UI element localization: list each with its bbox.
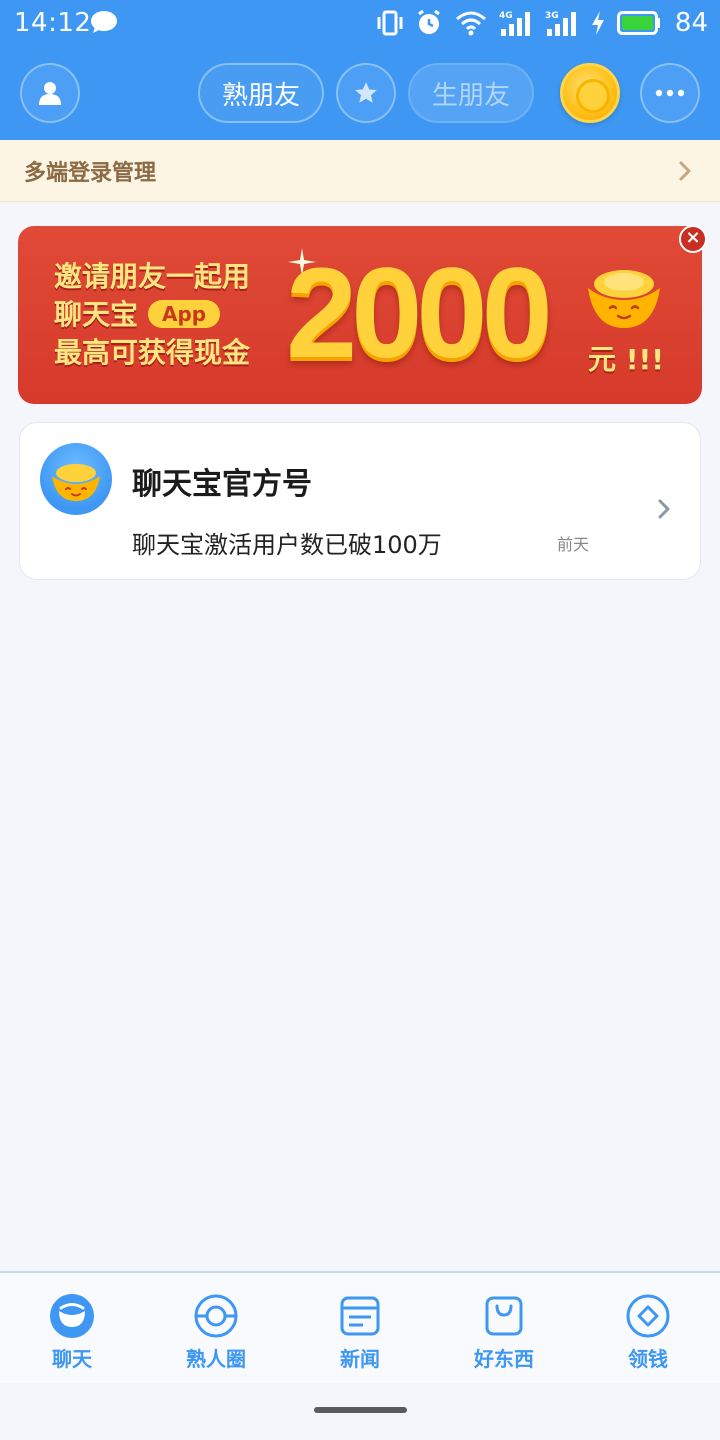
tab-familiar-friends[interactable]: 熟朋友 [198, 63, 324, 123]
circle-icon [194, 1294, 238, 1338]
tab-get-money-label: 领钱 [628, 1347, 668, 1371]
chat-preview: 聊天宝激活用户数已破100万 [132, 531, 442, 559]
tab-news[interactable]: 新闻 [288, 1273, 432, 1385]
chevron-right-icon [658, 499, 670, 519]
status-time: 14:12 [14, 8, 92, 38]
news-icon [340, 1296, 380, 1336]
svg-text:3G: 3G [545, 11, 559, 21]
promo-line-3: 最高可获得现金 [54, 336, 251, 369]
gold-ingot-icon [588, 270, 660, 328]
promo-line-2: 聊天宝 App [54, 296, 250, 334]
tab-good-stuff-label: 好东西 [474, 1347, 534, 1371]
vibrate-icon [377, 10, 403, 36]
alarm-icon [418, 9, 440, 34]
multi-device-login-label: 多端登录管理 [24, 160, 157, 186]
more-button[interactable] [640, 63, 700, 123]
bag-icon [485, 1296, 523, 1336]
user-icon [39, 82, 61, 105]
charging-icon [591, 11, 604, 35]
wifi-icon [455, 11, 486, 36]
more-dots-icon [655, 89, 685, 97]
favorites-button[interactable] [336, 63, 396, 123]
diamond-icon [626, 1294, 670, 1338]
chat-name: 聊天宝官方号 [132, 467, 312, 502]
chat-icon [50, 1294, 94, 1338]
svg-text:4G: 4G [499, 11, 513, 21]
signal-3g-icon: 3G [545, 11, 576, 36]
invite-promo-banner[interactable]: 邀请朋友一起用 聊天宝 App 最高可获得现金 2000 元 !!! [18, 226, 702, 404]
home-gesture-handle[interactable] [314, 1407, 407, 1413]
gold-ingot-avatar-icon [52, 464, 100, 501]
battery-icon [616, 11, 660, 35]
promo-app-name: 聊天宝 [54, 298, 139, 331]
tab-acquaintance-label: 熟人圈 [186, 1347, 246, 1371]
promo-text: 邀请朋友一起用 聊天宝 App 最高可获得现金 [54, 258, 250, 372]
status-icons: 4G 3G 84 [377, 6, 708, 40]
multi-device-login-row[interactable]: 多端登录管理 [0, 140, 720, 202]
tab-get-money[interactable]: 领钱 [576, 1273, 720, 1385]
star-icon [355, 82, 377, 103]
promo-unit: 元 !!! [588, 343, 665, 376]
tab-good-stuff[interactable]: 好东西 [432, 1273, 576, 1385]
banner-close-button[interactable]: × [679, 225, 707, 253]
profile-button[interactable] [20, 63, 80, 123]
signal-4g-icon: 4G [499, 11, 530, 36]
tab-stranger-label: 生朋友 [431, 80, 510, 111]
status-bar: 14:12 4G 3G 84 [0, 0, 720, 46]
promo-amount: 2000 [286, 242, 553, 385]
tab-chat-label: 聊天 [52, 1347, 92, 1371]
system-nav-bar [0, 1383, 720, 1440]
message-notification-icon [91, 11, 117, 33]
app-header: 熟朋友 生朋友 [0, 46, 720, 140]
promo-line-1: 邀请朋友一起用 [54, 260, 251, 293]
tab-acquaintance-circle[interactable]: 熟人圈 [144, 1273, 288, 1385]
chevron-right-icon [679, 161, 691, 181]
gold-coin-button[interactable] [560, 63, 620, 123]
battery-percent: 84 [674, 8, 708, 38]
bottom-tab-bar: 聊天 熟人圈 新闻 好东西 领钱 [0, 1271, 720, 1383]
chat-list-item[interactable]: 聊天宝官方号 聊天宝激活用户数已破100万 前天 [19, 422, 701, 580]
chat-time: 前天 [557, 535, 590, 554]
avatar [40, 443, 112, 515]
tab-familiar-label: 熟朋友 [221, 80, 300, 111]
promo-app-tag: App [148, 300, 221, 328]
tab-stranger-friends[interactable]: 生朋友 [408, 63, 534, 123]
tab-chat[interactable]: 聊天 [0, 1273, 144, 1385]
tab-news-label: 新闻 [340, 1347, 380, 1371]
